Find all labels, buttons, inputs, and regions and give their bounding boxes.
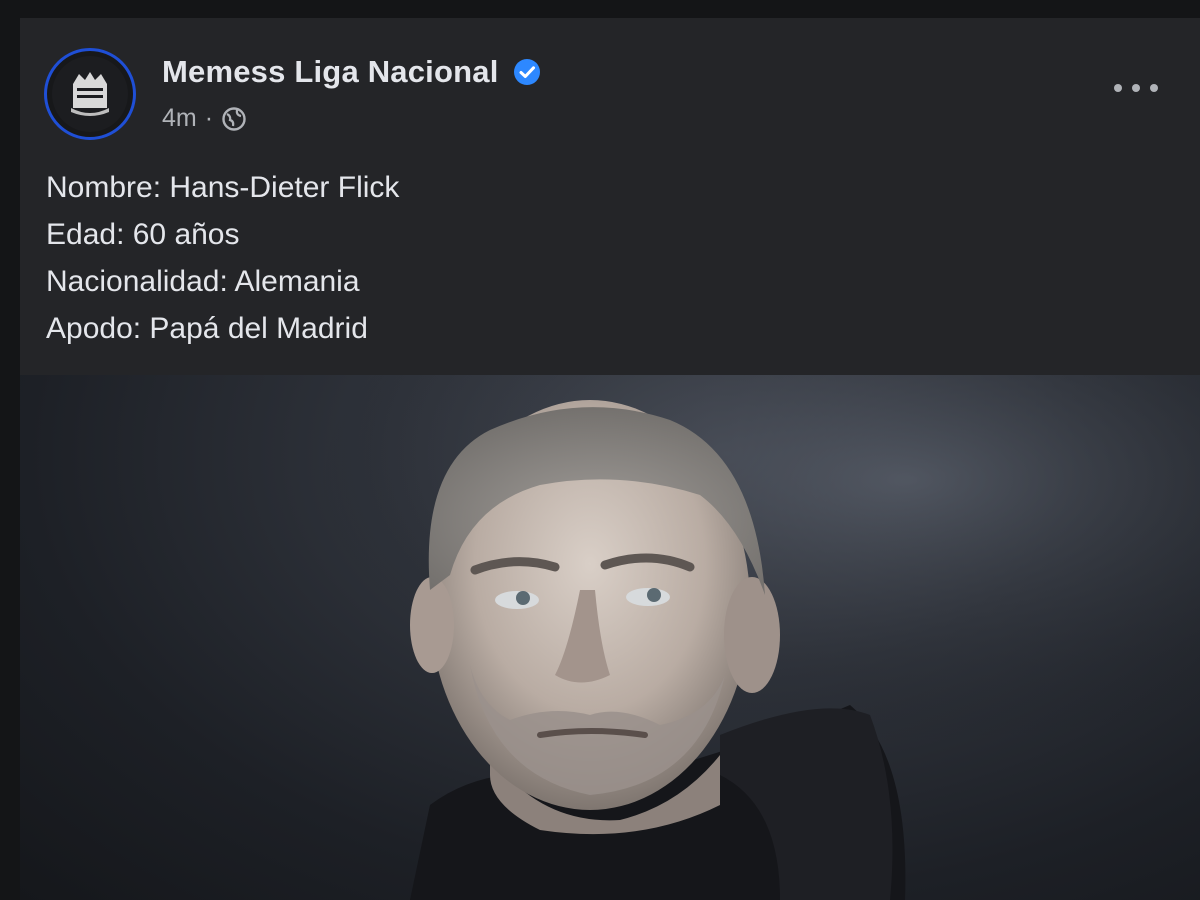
post-text-line-nickname: Apodo: Papá del Madrid xyxy=(46,312,368,345)
screen: Memess Liga Nacional 4m · Nombre: Hans-D… xyxy=(0,0,1200,900)
globe-icon[interactable] xyxy=(221,106,247,132)
post-photo[interactable] xyxy=(20,375,1200,900)
more-dot xyxy=(1132,84,1140,92)
page-avatar[interactable] xyxy=(44,48,136,140)
crest-logo-icon xyxy=(52,56,128,132)
more-dot xyxy=(1114,84,1122,92)
page-name-row: Memess Liga Nacional xyxy=(162,54,541,90)
verified-badge-icon xyxy=(513,58,541,86)
post-text-line-name: Nombre: Hans-Dieter Flick xyxy=(46,171,400,204)
meta-separator: · xyxy=(204,104,214,132)
facebook-post: Memess Liga Nacional 4m · Nombre: Hans-D… xyxy=(20,18,1200,900)
post-header: Memess Liga Nacional 4m · xyxy=(20,18,1200,140)
more-options-icon[interactable] xyxy=(1114,76,1158,100)
post-text-line-age: Edad: 60 años xyxy=(46,218,240,251)
post-text: Nombre: Hans-Dieter Flick Edad: 60 años … xyxy=(46,164,399,352)
post-text-line-nationality: Nacionalidad: Alemania xyxy=(46,265,360,298)
post-meta: 4m · xyxy=(162,104,247,133)
more-dot xyxy=(1150,84,1158,92)
man-portrait-photo xyxy=(20,375,1200,900)
page-name-link[interactable]: Memess Liga Nacional xyxy=(162,54,499,90)
post-timestamp-link[interactable]: 4m xyxy=(162,104,197,133)
